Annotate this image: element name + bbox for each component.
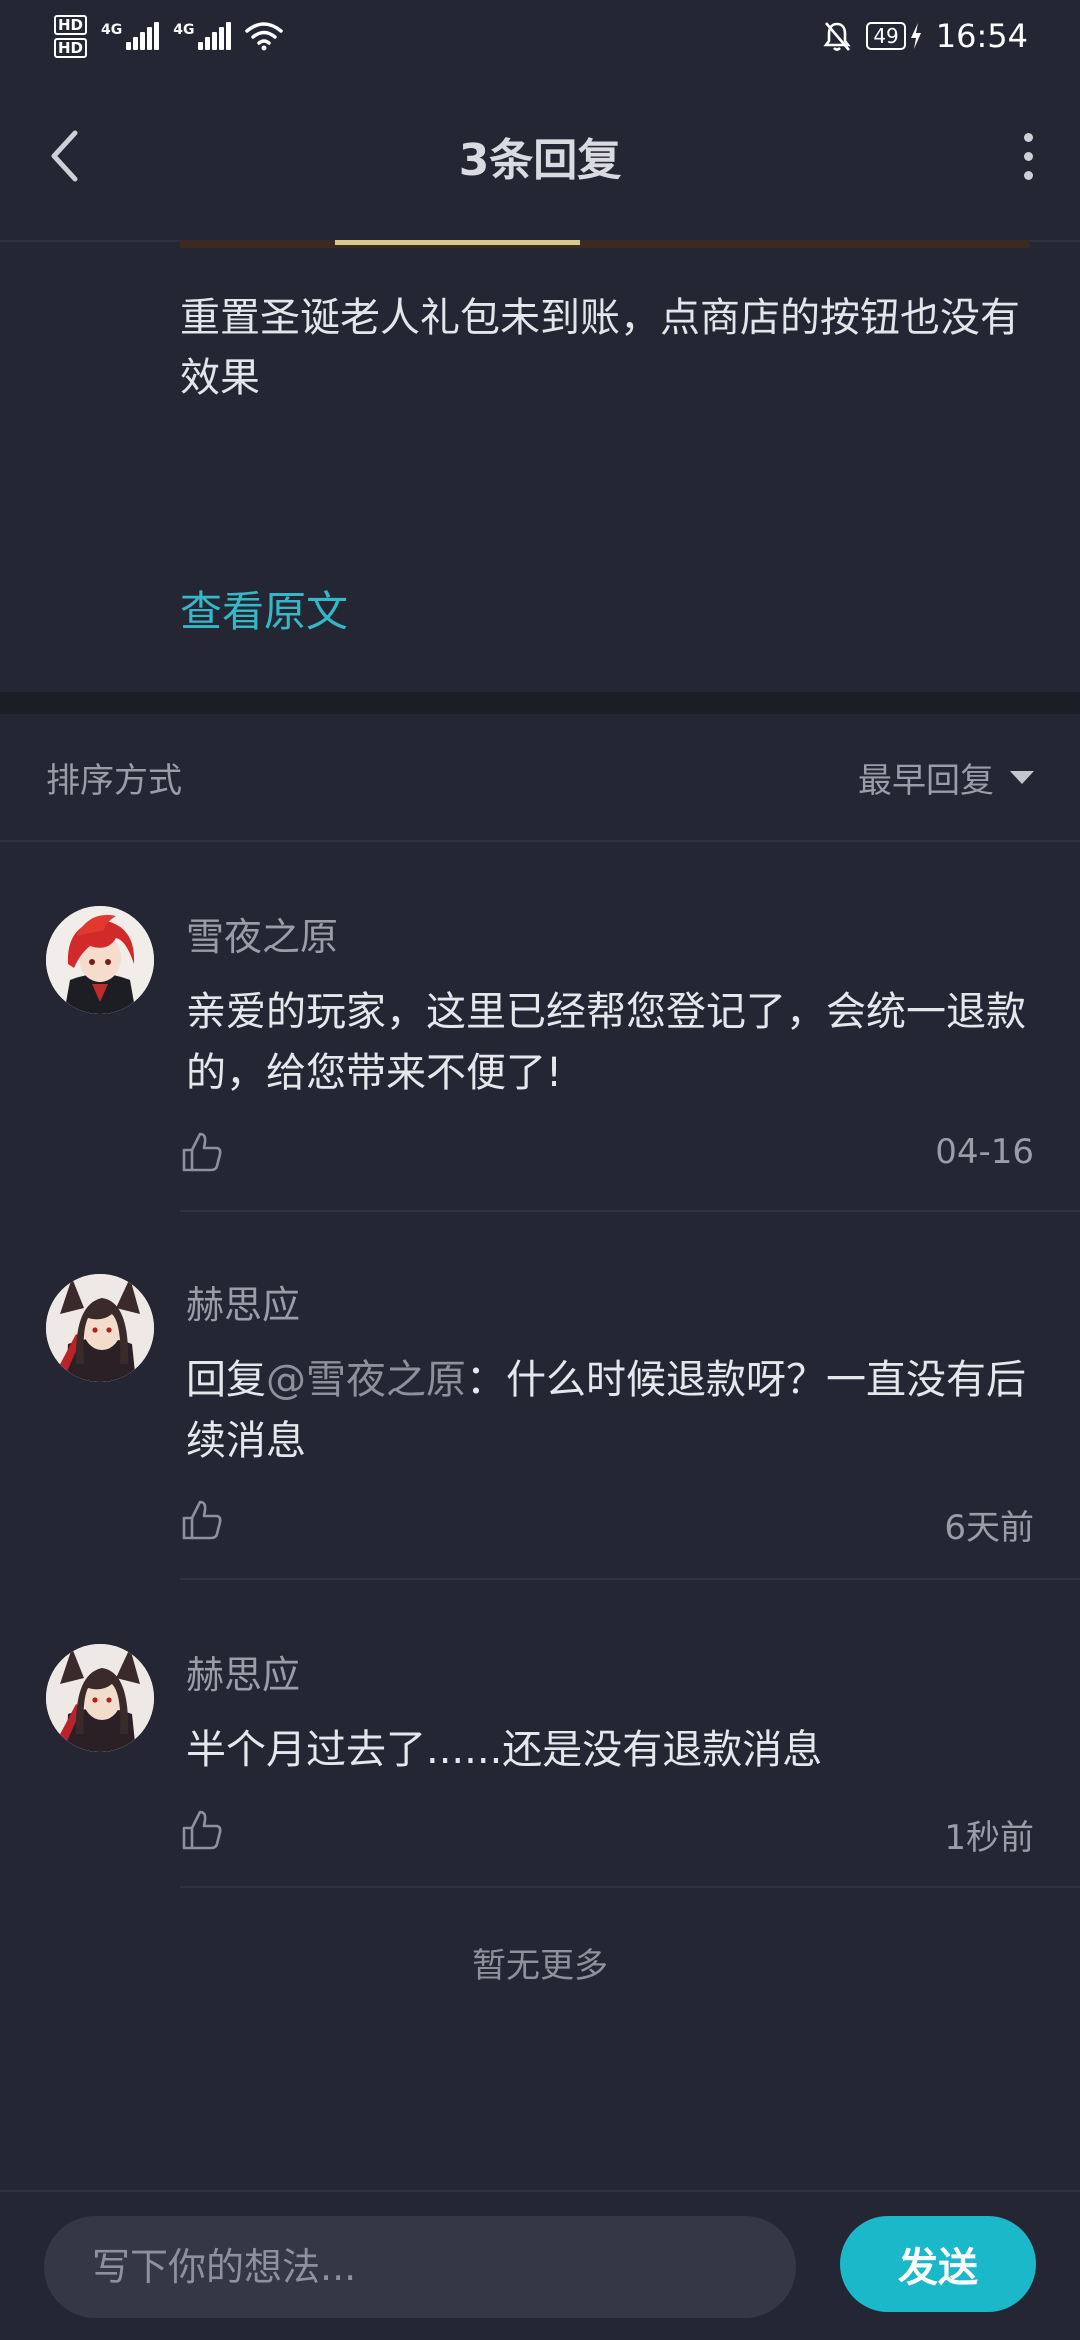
comment-composer: 发送	[0, 2190, 1080, 2340]
hd-badge-1: HD	[54, 14, 88, 35]
avatar[interactable]	[46, 906, 154, 1014]
reply-content: 回复@雪夜之原：什么时候退款呀？一直没有后续消息	[186, 1350, 1036, 1472]
reply-time: 6天前	[944, 1508, 1034, 1548]
clock: 16:54	[935, 17, 1028, 55]
back-button[interactable]	[40, 121, 88, 191]
reply-time: 1秒前	[944, 1818, 1034, 1858]
send-button[interactable]: 发送	[840, 2216, 1036, 2312]
battery-indicator: 49	[866, 22, 921, 50]
hd-badge-2: HD	[54, 37, 88, 58]
reply-time: 04-16	[935, 1132, 1034, 1172]
mute-bell-icon	[823, 22, 851, 51]
post-image-edge	[180, 240, 1030, 248]
reply-divider	[180, 1578, 1080, 1580]
sort-label: 排序方式	[46, 760, 182, 801]
no-more-label: 暂无更多	[472, 1946, 608, 1986]
original-post-text: 重置圣诞老人礼包未到账，点商店的按钮也没有效果	[180, 295, 1020, 401]
signal-icon-2: 4G	[173, 22, 232, 50]
thumbs-up-icon[interactable]	[180, 1498, 224, 1542]
hd-indicators: HD HD	[54, 14, 88, 58]
page: HD HD 4G 4G 49 16:54 3条回复 重置圣诞老人礼包未到账，点商…	[0, 0, 1080, 2340]
reply-prefix: 回复	[186, 1357, 266, 1403]
comment-input[interactable]	[44, 2216, 796, 2318]
avatar[interactable]	[46, 1644, 154, 1752]
mention-link[interactable]: @雪夜之原	[266, 1357, 466, 1403]
more-options-button[interactable]	[1016, 121, 1040, 191]
status-bar: HD HD 4G 4G 49 16:54	[0, 0, 1080, 72]
status-right: 49 16:54	[822, 17, 1028, 55]
network-type-2: 4G	[173, 22, 195, 38]
battery-level: 49	[866, 22, 906, 50]
reply-content: 半个月过去了......还是没有退款消息	[186, 1727, 823, 1773]
app-header: 3条回复	[0, 72, 1080, 242]
thumbs-up-icon[interactable]	[180, 1130, 224, 1174]
wifi-icon	[245, 22, 284, 51]
avatar[interactable]	[46, 1274, 154, 1382]
reply-author[interactable]: 赫思应	[186, 1274, 300, 1329]
signal-icon-1: 4G	[101, 22, 160, 50]
view-original-link[interactable]: 查看原文	[180, 578, 348, 639]
sort-row: 排序方式 最早回复	[0, 714, 1080, 842]
reply-divider	[180, 1886, 1080, 1888]
chevron-left-icon	[51, 130, 78, 182]
page-title: 3条回复	[458, 135, 622, 186]
sort-dropdown[interactable]: 最早回复	[858, 753, 1034, 802]
caret-down-icon	[1010, 770, 1034, 784]
reply-author[interactable]: 赫思应	[186, 1644, 300, 1699]
charging-bolt-icon	[910, 23, 921, 49]
more-vertical-icon	[1023, 132, 1033, 142]
reply-author[interactable]: 雪夜之原	[186, 906, 338, 961]
reply-content: 亲爱的玩家，这里已经帮您登记了，会统一退款的，给您带来不便了!	[186, 989, 1026, 1096]
sort-selected-value: 最早回复	[858, 760, 994, 801]
reply-divider	[180, 1210, 1080, 1212]
status-left: HD HD 4G 4G	[54, 14, 284, 58]
thumbs-up-icon[interactable]	[180, 1808, 224, 1852]
section-separator	[0, 692, 1080, 714]
network-type-1: 4G	[101, 22, 123, 38]
